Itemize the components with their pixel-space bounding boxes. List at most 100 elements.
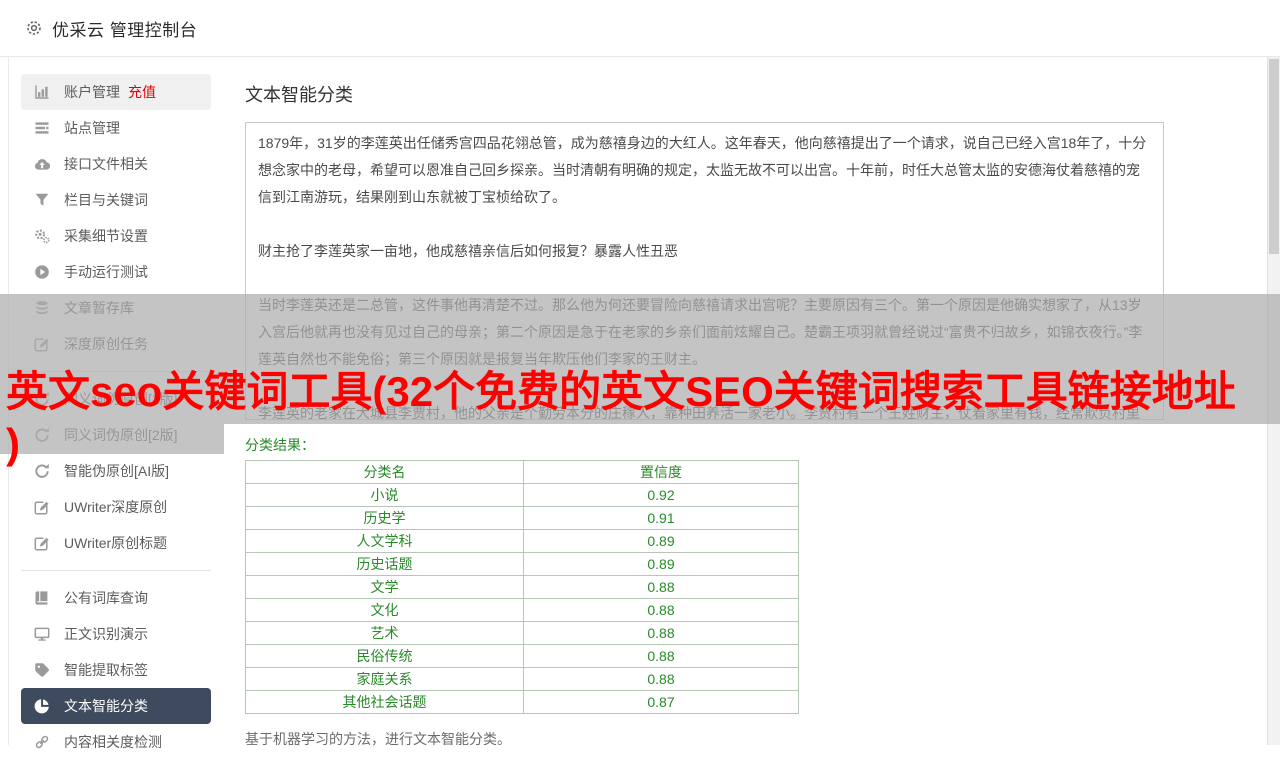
play-circle-icon xyxy=(34,264,50,280)
sidebar-item-7[interactable]: 深度原创任务 xyxy=(21,326,211,362)
table-row: 文学 0.88 xyxy=(245,575,799,599)
recharge-badge[interactable]: 充值 xyxy=(128,82,156,102)
sidebar-item-6[interactable]: 文章暂存库 xyxy=(21,290,211,326)
table-column-header: 置信度 xyxy=(523,460,799,484)
sidebar-item-13[interactable]: UWriter原创标题 xyxy=(21,525,211,561)
sidebar-item-1[interactable]: 站点管理 xyxy=(21,110,211,146)
category-cell: 人文学科 xyxy=(245,529,524,553)
sidebar-item-label: 接口文件相关 xyxy=(64,156,148,172)
table-row: 历史学 0.91 xyxy=(245,506,799,530)
category-cell: 家庭关系 xyxy=(245,667,524,691)
sidebar-item-3[interactable]: 栏目与关键词 xyxy=(21,182,211,218)
confidence-cell: 0.88 xyxy=(523,621,799,645)
sidebar-item-label: 同义词伪原创[1版] xyxy=(64,391,178,407)
table-row: 历史话题 0.89 xyxy=(245,552,799,576)
category-cell: 历史学 xyxy=(245,506,524,530)
sidebar-item-12[interactable]: UWriter深度原创 xyxy=(21,489,211,525)
confidence-cell: 0.88 xyxy=(523,598,799,622)
confidence-cell: 0.88 xyxy=(523,575,799,599)
classification-input-textarea[interactable]: 1879年，31岁的李莲英出任储秀宫四品花翎总管，成为慈禧身边的大红人。这年春天… xyxy=(245,122,1164,420)
confidence-cell: 0.88 xyxy=(523,644,799,668)
sidebar-item-label: 栏目与关键词 xyxy=(64,192,148,208)
gear-icon xyxy=(25,19,43,37)
sidebar-item-label: 文本智能分类 xyxy=(64,698,148,714)
sidebar-item-label: UWriter深度原创 xyxy=(64,499,168,515)
sidebar-item-18[interactable]: 文本智能分类 xyxy=(21,688,211,724)
sidebar-item-label: 同义词伪原创[2版] xyxy=(64,427,178,443)
app-header: 优采云 管理控制台 xyxy=(0,0,1280,57)
category-cell: 文学 xyxy=(245,575,524,599)
sidebar-item-16[interactable]: 正文识别演示 xyxy=(21,616,211,652)
confidence-cell: 0.88 xyxy=(523,667,799,691)
confidence-cell: 0.89 xyxy=(523,529,799,553)
sidebar-item-17[interactable]: 智能提取标签 xyxy=(21,652,211,688)
table-row: 人文学科 0.89 xyxy=(245,529,799,553)
pie-chart-icon xyxy=(34,698,50,714)
funnel-icon xyxy=(34,192,50,208)
sidebar-item-9[interactable]: 同义词伪原创[1版] xyxy=(21,381,211,417)
table-row: 家庭关系 0.88 xyxy=(245,667,799,691)
sidebar-item-label: 深度原创任务 xyxy=(64,336,148,352)
table-row: 其他社会话题 0.87 xyxy=(245,690,799,714)
sidebar-item-2[interactable]: 接口文件相关 xyxy=(21,146,211,182)
page-title: 文本智能分类 xyxy=(245,85,353,105)
sidebar-item-4[interactable]: 采集细节设置 xyxy=(21,218,211,254)
table-header-row: 分类名 置信度 xyxy=(245,460,799,484)
refresh-icon xyxy=(34,463,50,479)
result-label: 分类结果： xyxy=(245,437,315,453)
sidebar-item-label: 手动运行测试 xyxy=(64,264,148,280)
page-scrollbar-thumb[interactable] xyxy=(1269,59,1279,254)
sidebar-item-15[interactable]: 公有词库查询 xyxy=(21,580,211,616)
sidebar-item-0[interactable]: 账户管理 充值 xyxy=(21,74,211,110)
sidebar-item-label: 智能提取标签 xyxy=(64,662,148,678)
category-cell: 小说 xyxy=(245,483,524,507)
sidebar-item-10[interactable]: 同义词伪原创[2版] xyxy=(21,417,211,453)
edit-icon xyxy=(34,336,50,352)
table-row: 文化 0.88 xyxy=(245,598,799,622)
edit-icon xyxy=(34,535,50,551)
sidebar-item-label: 文章暂存库 xyxy=(64,300,134,316)
table-column-header: 分类名 xyxy=(245,460,524,484)
edit-icon xyxy=(34,499,50,515)
bar-chart-icon xyxy=(34,84,50,100)
confidence-cell: 0.91 xyxy=(523,506,799,530)
confidence-cell: 0.89 xyxy=(523,552,799,576)
sidebar: 账户管理 充值站点管理接口文件相关 栏目与关键词 采集细节设置 手动运行测试 文章暂存库深… xyxy=(8,57,218,750)
sidebar-item-label: 正文识别演示 xyxy=(64,626,148,642)
confidence-cell: 0.87 xyxy=(523,690,799,714)
sidebar-item-label: 采集细节设置 xyxy=(64,228,148,244)
page-scrollbar[interactable] xyxy=(1267,57,1280,745)
refresh-icon xyxy=(34,391,50,407)
database-icon xyxy=(34,300,50,316)
sidebar-divider xyxy=(21,570,211,571)
main-content: 文本智能分类 1879年，31岁的李莲英出任储秀宫四品花翎总管，成为慈禧身边的大… xyxy=(245,57,1280,749)
category-cell: 其他社会话题 xyxy=(245,690,524,714)
gears-icon xyxy=(34,228,50,244)
category-cell: 艺术 xyxy=(245,621,524,645)
category-cell: 历史话题 xyxy=(245,552,524,576)
sidebar-item-11[interactable]: 智能伪原创[AI版] xyxy=(21,453,211,489)
sidebar-item-label: 站点管理 xyxy=(64,120,120,136)
monitor-icon xyxy=(34,626,50,642)
classification-result-table: 分类名 置信度 小说 0.92 历史学 0.91 人文学科 0.89 历史话题 0.89 文学 0.… xyxy=(245,460,799,714)
sidebar-divider xyxy=(21,371,211,372)
sidebar-item-19[interactable]: 内容相关度检测 xyxy=(21,724,211,760)
cloud-upload-icon xyxy=(34,156,50,172)
category-cell: 文化 xyxy=(245,598,524,622)
confidence-cell: 0.92 xyxy=(523,483,799,507)
table-row: 艺术 0.88 xyxy=(245,621,799,645)
app-title: 优采云 管理控制台 xyxy=(52,20,198,40)
sidebar-item-label: 内容相关度检测 xyxy=(64,734,162,750)
link-icon xyxy=(34,734,50,750)
category-cell: 民俗传统 xyxy=(245,644,524,668)
book-icon xyxy=(34,590,50,606)
sidebar-item-label: 账户管理 xyxy=(64,84,120,100)
sidebar-item-label: UWriter原创标题 xyxy=(64,535,168,551)
sidebar-item-label: 智能伪原创[AI版] xyxy=(64,463,170,479)
table-row: 小说 0.92 xyxy=(245,483,799,507)
sidebar-item-label: 公有词库查询 xyxy=(64,590,148,606)
table-row: 民俗传统 0.88 xyxy=(245,644,799,668)
list-icon xyxy=(34,120,50,136)
sidebar-item-5[interactable]: 手动运行测试 xyxy=(21,254,211,290)
footnote-text: 基于机器学习的方法，进行文本智能分类。 xyxy=(245,731,511,747)
